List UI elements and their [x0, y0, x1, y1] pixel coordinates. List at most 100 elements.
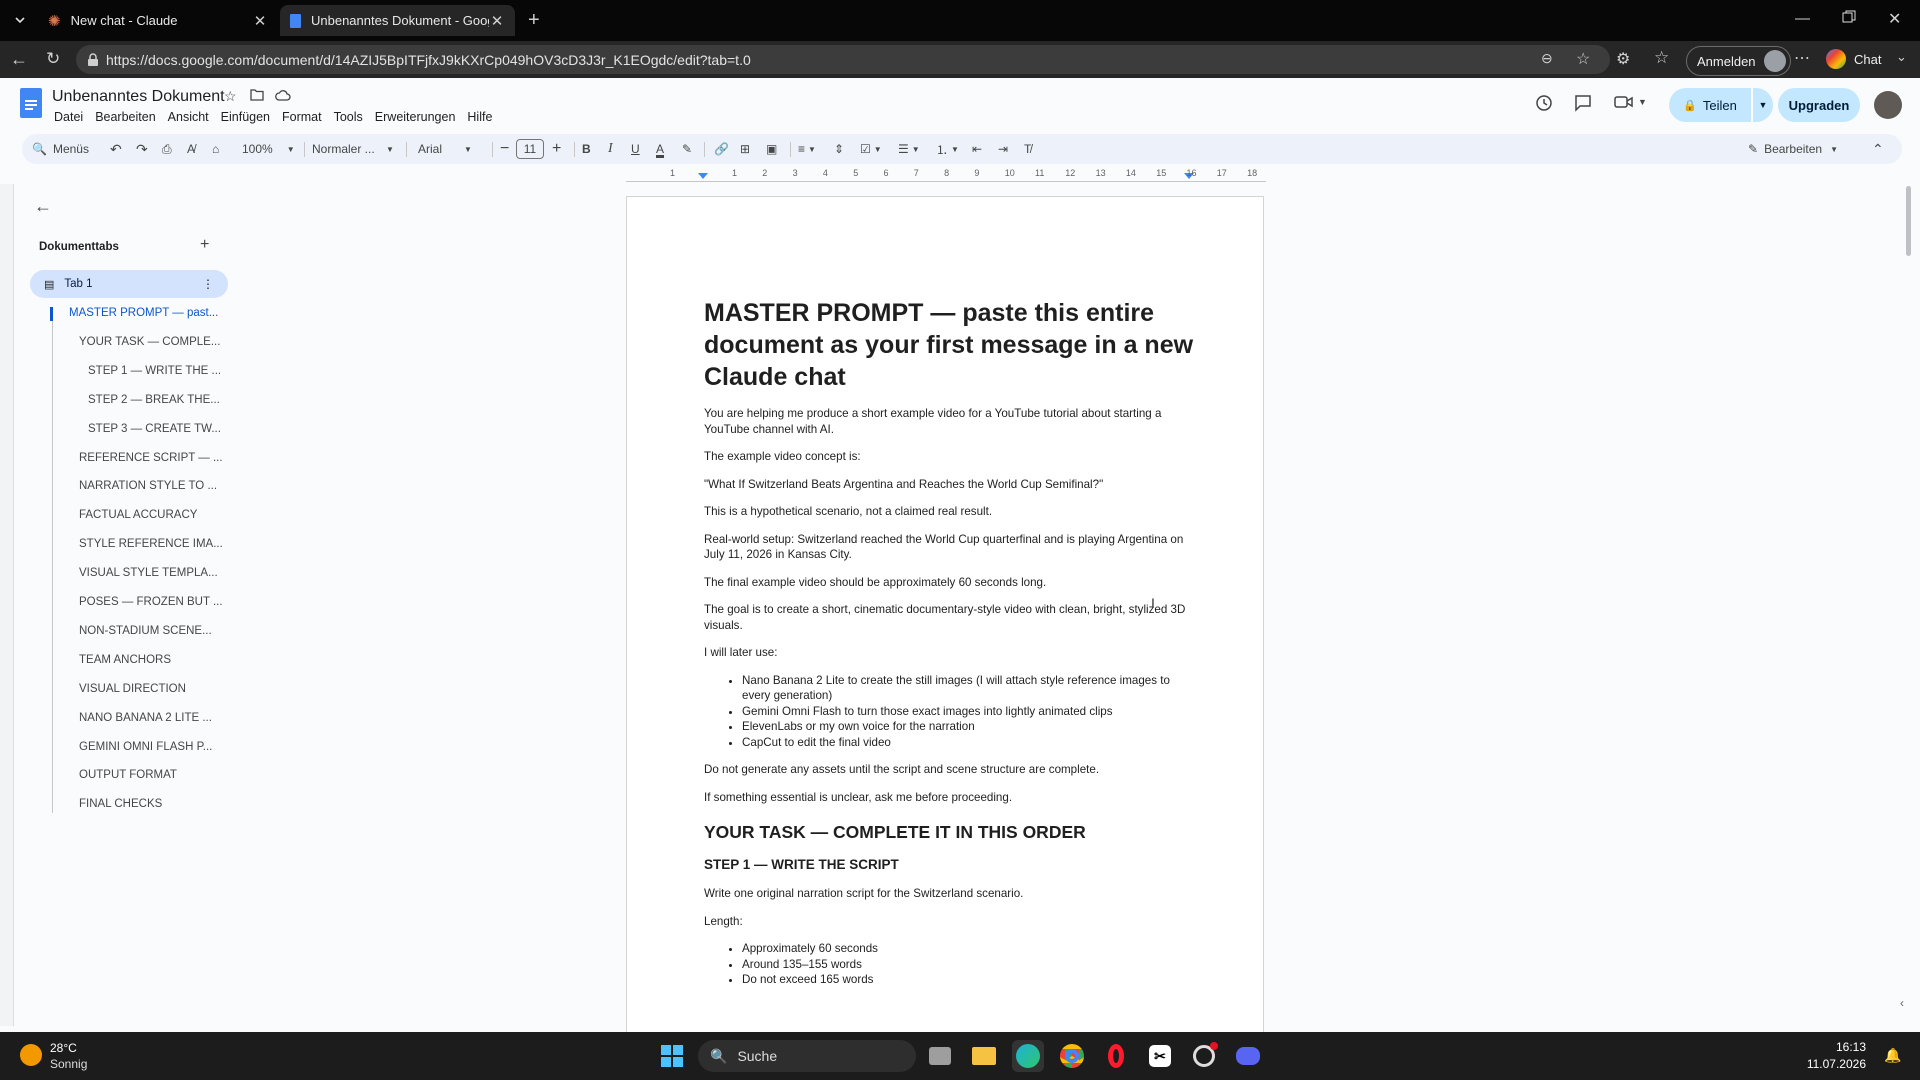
capcut-icon[interactable]: ✂	[1144, 1040, 1176, 1072]
share-dropdown-button[interactable]: ▼	[1753, 88, 1773, 122]
text-color-icon[interactable]: A	[656, 134, 664, 164]
increase-indent-icon[interactable]: ⇥	[998, 134, 1008, 164]
close-tab-icon[interactable]: ✕	[252, 12, 268, 30]
clock-date[interactable]: 11.07.2026	[1806, 1057, 1866, 1071]
outline-item[interactable]: NARRATION STYLE TO ...	[79, 480, 217, 492]
checklist-icon[interactable]: ☑ ▼	[860, 134, 882, 164]
move-folder-icon[interactable]	[250, 89, 264, 101]
tab-1-item[interactable]: ▤ Tab 1 ⋮	[30, 270, 228, 298]
temperature[interactable]: 28°C	[50, 1041, 77, 1055]
print-icon[interactable]: ⎙	[162, 134, 172, 164]
new-tab-icon[interactable]: +	[528, 9, 540, 32]
outline-item[interactable]: TEAM ANCHORS	[79, 654, 171, 666]
insert-image-icon[interactable]: ▣	[766, 134, 777, 164]
highlight-icon[interactable]: ✎	[682, 134, 692, 164]
font-size-field[interactable]: 11	[516, 134, 544, 164]
search-menus-button[interactable]: 🔍 Menüs	[32, 134, 89, 164]
align-icon[interactable]: ≡ ▼	[798, 134, 816, 164]
restore-icon[interactable]	[1842, 10, 1856, 24]
menu-ansicht[interactable]: Ansicht	[168, 110, 209, 124]
notification-icon[interactable]: 🔔	[1884, 1047, 1901, 1064]
underline-icon[interactable]: U	[631, 134, 640, 164]
link-icon[interactable]: 🔗	[714, 134, 729, 164]
outline-item[interactable]: YOUR TASK — COMPLE...	[79, 336, 220, 348]
numbered-list-icon[interactable]: ⒈ ▼	[936, 134, 959, 164]
tab-google-docs[interactable]: Unbenanntes Dokument - Google ✕	[280, 5, 515, 36]
star-icon[interactable]: ☆	[224, 88, 237, 105]
close-tab-icon[interactable]: ✕	[489, 12, 505, 30]
weather-condition[interactable]: Sonnig	[50, 1057, 87, 1071]
add-comment-icon[interactable]: ⊞	[740, 134, 750, 164]
document-title[interactable]: Unbenanntes Dokument	[52, 88, 225, 106]
outline-item[interactable]: VISUAL STYLE TEMPLA...	[79, 567, 218, 579]
share-button[interactable]: 🔒 Teilen	[1669, 88, 1751, 122]
outline-item[interactable]: STEP 2 — BREAK THE...	[88, 394, 220, 406]
windows-start-icon[interactable]	[656, 1040, 688, 1072]
opera-icon[interactable]	[1100, 1040, 1132, 1072]
menu-erweiterungen[interactable]: Erweiterungen	[375, 110, 456, 124]
line-spacing-icon[interactable]: ⇕	[834, 134, 844, 164]
spellcheck-icon[interactable]: A̸	[187, 134, 195, 164]
version-history-icon[interactable]	[1535, 94, 1553, 112]
outline-item[interactable]: POSES — FROZEN BUT ...	[79, 596, 223, 608]
back-icon[interactable]: ←	[10, 49, 28, 70]
paint-format-icon[interactable]: ⌂	[212, 134, 219, 164]
user-avatar[interactable]	[1874, 91, 1902, 119]
outline-item[interactable]: REFERENCE SCRIPT — ...	[79, 452, 223, 464]
taskbar-search[interactable]: 🔍 Suche	[698, 1040, 916, 1072]
left-indent-marker[interactable]	[698, 173, 708, 179]
file-explorer-icon[interactable]	[968, 1040, 1000, 1072]
task-view-icon[interactable]	[924, 1040, 956, 1072]
menu-format[interactable]: Format	[282, 110, 322, 124]
url-field[interactable]: https://docs.google.com/document/d/14AZI…	[76, 45, 1610, 74]
comments-icon[interactable]	[1574, 94, 1592, 112]
bullet-list-icon[interactable]: ☰ ▼	[898, 134, 920, 164]
redo-icon[interactable]: ↷	[136, 134, 148, 164]
outline-item[interactable]: OUTPUT FORMAT	[79, 769, 177, 781]
more-menu-icon[interactable]: ⋯	[1794, 48, 1810, 68]
clear-formatting-icon[interactable]: T̸	[1024, 134, 1031, 164]
document-body[interactable]: MASTER PROMPT — paste this entire docume…	[704, 297, 1199, 1000]
document-page[interactable]: MASTER PROMPT — paste this entire docume…	[626, 196, 1264, 1036]
decrease-font-size-button[interactable]: −	[500, 134, 509, 164]
outline-item[interactable]: STEP 3 — CREATE TW...	[88, 423, 221, 435]
close-window-icon[interactable]: ✕	[1888, 9, 1901, 29]
outline-item[interactable]: GEMINI OMNI FLASH P...	[79, 741, 212, 753]
expand-side-panel-icon[interactable]: ‹	[1900, 996, 1904, 1010]
chatgpt-icon[interactable]	[1188, 1040, 1220, 1072]
bookmark-star-icon[interactable]: ☆	[1576, 49, 1590, 69]
add-tab-icon[interactable]: +	[200, 236, 209, 254]
tab-list-icon[interactable]	[12, 12, 28, 28]
undo-icon[interactable]: ↶	[110, 134, 122, 164]
upgrade-button[interactable]: Upgraden	[1778, 88, 1860, 122]
vertical-scrollbar[interactable]	[1906, 186, 1911, 256]
weather-sun-icon[interactable]	[20, 1044, 42, 1066]
bold-icon[interactable]: B	[582, 134, 591, 164]
extensions-icon[interactable]: ⚙	[1616, 49, 1630, 69]
meet-button[interactable]: ▼	[1614, 94, 1647, 110]
clock-time[interactable]: 16:13	[1816, 1040, 1866, 1054]
site-info-icon[interactable]	[86, 53, 100, 67]
minimize-icon[interactable]: —	[1795, 10, 1810, 27]
reload-icon[interactable]: ↻	[46, 49, 60, 69]
menu-tools[interactable]: Tools	[334, 110, 363, 124]
zoom-select[interactable]: 100% ▼	[242, 134, 295, 164]
outline-item[interactable]: MASTER PROMPT — past...	[69, 307, 218, 319]
zoom-icon[interactable]: ⊖	[1541, 50, 1553, 67]
edge-icon[interactable]	[1012, 1040, 1044, 1072]
increase-font-size-button[interactable]: +	[552, 134, 561, 164]
hide-menus-icon[interactable]: ⌃	[1872, 134, 1884, 164]
menu-hilfe[interactable]: Hilfe	[467, 110, 492, 124]
editing-mode-select[interactable]: ✎ Bearbeiten ▼	[1748, 134, 1838, 164]
back-arrow-icon[interactable]: ←	[34, 196, 52, 217]
outline-item[interactable]: FINAL CHECKS	[79, 798, 162, 810]
discord-icon[interactable]	[1232, 1040, 1264, 1072]
tab-options-icon[interactable]: ⋮	[202, 277, 214, 291]
signin-button[interactable]: Anmelden	[1686, 46, 1791, 76]
outline-item[interactable]: FACTUAL ACCURACY	[79, 509, 197, 521]
outline-item[interactable]: NON-STADIUM SCENE...	[79, 625, 212, 637]
menu-bearbeiten[interactable]: Bearbeiten	[95, 110, 155, 124]
favorites-icon[interactable]: ☆	[1654, 48, 1669, 68]
cloud-status-icon[interactable]	[275, 89, 291, 101]
outline-item[interactable]: VISUAL DIRECTION	[79, 683, 186, 695]
